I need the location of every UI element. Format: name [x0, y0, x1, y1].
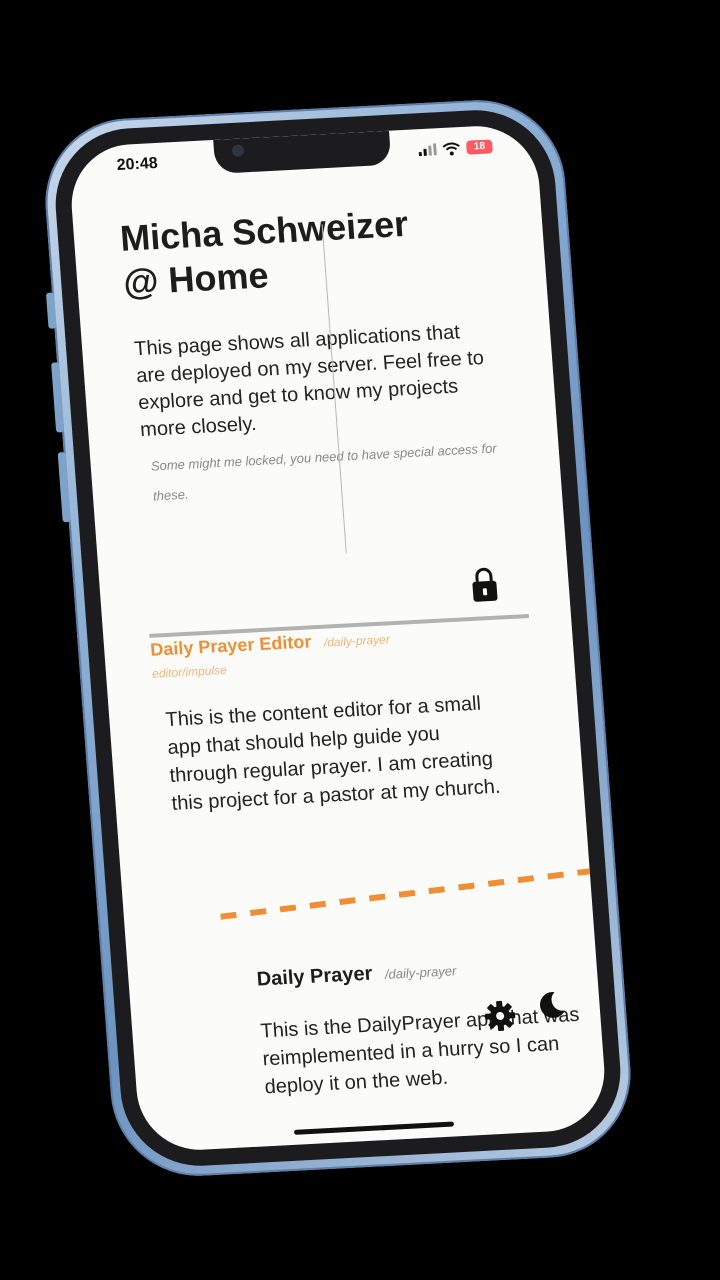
page-content: Micha Schweizer @ Home This page shows a…: [71, 179, 561, 515]
app-name[interactable]: Daily Prayer: [256, 963, 373, 991]
phone-device: 20:48 18 Micha Schweizer @ Home This pag…: [39, 95, 637, 1181]
battery-icon: 18: [465, 139, 493, 155]
status-icons: 18: [418, 139, 493, 157]
home-indicator[interactable]: [293, 1121, 455, 1135]
app-path: /daily-prayer: [323, 632, 391, 650]
intro-note: Some might me locked, you need to have s…: [150, 440, 498, 504]
gear-icon[interactable]: [483, 999, 517, 1033]
app-card-daily-prayer[interactable]: Daily Prayer /daily-prayer This is the D…: [256, 951, 595, 1101]
wifi-icon: [442, 142, 460, 155]
screen: 20:48 18 Micha Schweizer @ Home This pag…: [67, 123, 609, 1153]
page-title: Micha Schweizer @ Home: [119, 196, 517, 304]
dashed-divider: [220, 867, 598, 920]
app-card-daily-prayer-editor[interactable]: Daily Prayer Editor /daily-prayer editor…: [146, 564, 543, 818]
status-time: 20:48: [116, 154, 159, 175]
app-path: /daily-prayer: [384, 963, 457, 982]
intro-text: This page shows all applications that ar…: [133, 321, 485, 442]
signal-icon: [418, 143, 437, 157]
app-title-line: Daily Prayer /daily-prayer: [256, 951, 587, 991]
moon-icon[interactable]: [534, 988, 568, 1022]
lock-icon[interactable]: [469, 566, 500, 603]
app-description: This is the content editor for a small a…: [164, 692, 502, 815]
stage: 20:48 18 Micha Schweizer @ Home This pag…: [0, 0, 720, 1280]
